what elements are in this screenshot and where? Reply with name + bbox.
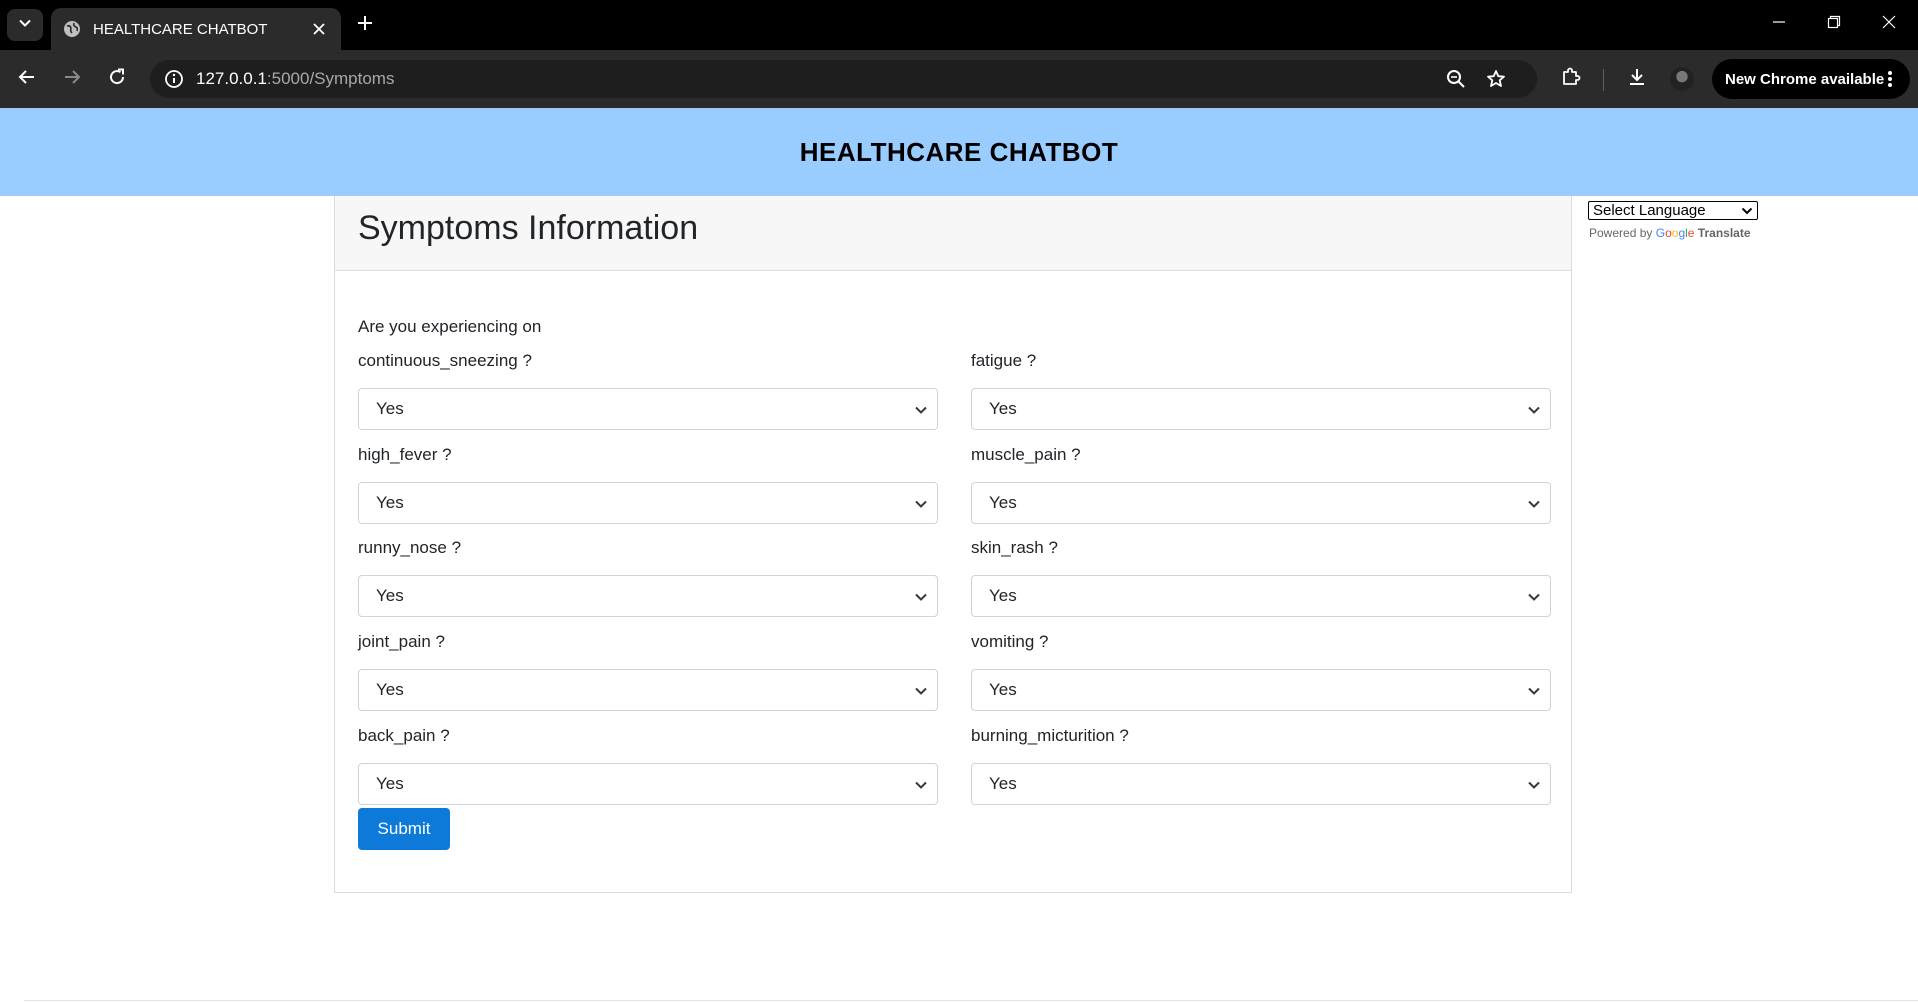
site-info-icon[interactable]: [162, 67, 186, 91]
site-title: HEALTHCARE CHATBOT: [799, 136, 1119, 167]
back-button[interactable]: [10, 62, 44, 96]
chrome-update-button[interactable]: New Chrome available: [1712, 59, 1910, 99]
downloads-button[interactable]: [1620, 62, 1654, 96]
chevron-down-icon: [1741, 205, 1753, 217]
select-value: Yes: [989, 680, 1017, 699]
minimize-icon: [1772, 15, 1786, 34]
chevron-down-icon: [1526, 777, 1542, 793]
field-label-runny-nose: runny_nose ?: [358, 538, 462, 557]
chevron-down-icon: [913, 589, 929, 605]
select-value: Yes: [376, 774, 404, 793]
more-menu-icon[interactable]: [1880, 69, 1900, 89]
chevron-down-icon: [913, 402, 929, 418]
language-select-value: Select Language: [1593, 202, 1706, 219]
field-label-joint-pain: joint_pain ?: [358, 632, 445, 651]
field-label-burning-micturition: burning_micturition ?: [971, 726, 1129, 745]
translate-attribution: Powered by Google Translate: [1589, 226, 1751, 240]
select-value: Yes: [989, 586, 1017, 605]
chevron-down-icon: [913, 683, 929, 699]
profile-avatar[interactable]: [1670, 67, 1694, 91]
toolbar-separator: [1603, 69, 1604, 91]
site-header: HEALTHCARE CHATBOT: [0, 108, 1918, 196]
google-letter: G: [1655, 226, 1666, 240]
puzzle-icon: [1560, 66, 1582, 93]
close-tab-icon[interactable]: [305, 15, 333, 43]
translate-word: Translate: [1697, 226, 1751, 240]
chevron-down-icon: [913, 777, 929, 793]
arrow-right-icon: [63, 68, 81, 91]
close-icon: [1882, 15, 1896, 34]
symptoms-card: Symptoms Information Are you experiencin…: [334, 196, 1572, 893]
forward-button[interactable]: [55, 62, 89, 96]
zoom-icon[interactable]: [1444, 67, 1468, 91]
address-bar[interactable]: 127.0.0.1:5000/Symptoms: [150, 60, 1537, 98]
tab-strip: HEALTHCARE CHATBOT: [0, 0, 1918, 50]
field-label-continuous-sneezing: continuous_sneezing ?: [358, 351, 532, 370]
browser-tab[interactable]: HEALTHCARE CHATBOT: [51, 8, 341, 50]
select-fatigue[interactable]: Yes: [971, 388, 1551, 430]
chevron-down-icon: [1526, 496, 1542, 512]
tab-search-button[interactable]: [7, 9, 43, 41]
globe-icon: [63, 20, 81, 38]
intro-text: Are you experiencing on: [358, 317, 542, 336]
field-label-skin-rash: skin_rash ?: [971, 538, 1058, 557]
reload-icon: [108, 68, 126, 91]
select-value: Yes: [989, 399, 1017, 418]
select-value: Yes: [376, 399, 404, 418]
bookmark-star-icon[interactable]: [1484, 67, 1508, 91]
chevron-down-icon: [1526, 402, 1542, 418]
arrow-left-icon: [18, 68, 36, 91]
download-icon: [1627, 67, 1647, 92]
update-label: New Chrome available: [1725, 70, 1885, 88]
select-back-pain[interactable]: Yes: [358, 763, 938, 805]
new-tab-button[interactable]: [350, 10, 380, 40]
select-burning-micturition[interactable]: Yes: [971, 763, 1551, 805]
select-value: Yes: [989, 493, 1017, 512]
select-joint-pain[interactable]: Yes: [358, 669, 938, 711]
card-title: Symptoms Information: [358, 209, 699, 247]
google-letter: o: [1665, 226, 1672, 240]
field-label-fatigue: fatigue ?: [971, 351, 1037, 370]
select-value: Yes: [376, 493, 404, 512]
powered-by-text: Powered by: [1589, 226, 1653, 240]
close-window-button[interactable]: [1866, 8, 1912, 40]
select-value: Yes: [376, 586, 404, 605]
select-continuous-sneezing[interactable]: Yes: [358, 388, 938, 430]
card-header: Symptoms Information: [335, 196, 1571, 271]
reload-button[interactable]: [100, 62, 134, 96]
select-value: Yes: [989, 774, 1017, 793]
field-label-back-pain: back_pain ?: [358, 726, 450, 745]
restore-button[interactable]: [1811, 8, 1857, 40]
google-logo[interactable]: Google: [1656, 226, 1695, 240]
tab-title: HEALTHCARE CHATBOT: [93, 20, 268, 38]
url-text[interactable]: 127.0.0.1:5000/Symptoms: [196, 69, 394, 89]
submit-button[interactable]: Submit: [358, 808, 450, 850]
chevron-down-icon: [1526, 589, 1542, 605]
language-select[interactable]: Select Language: [1588, 201, 1758, 220]
minimize-button[interactable]: [1756, 8, 1802, 40]
chevron-down-icon: [913, 496, 929, 512]
url-path: :5000/Symptoms: [266, 69, 395, 88]
select-muscle-pain[interactable]: Yes: [971, 482, 1551, 524]
page-divider: [24, 1000, 1918, 1001]
chevron-down-icon: [18, 16, 32, 35]
select-skin-rash[interactable]: Yes: [971, 575, 1551, 617]
chevron-down-icon: [1526, 683, 1542, 699]
restore-icon: [1827, 15, 1841, 34]
select-vomiting[interactable]: Yes: [971, 669, 1551, 711]
select-runny-nose[interactable]: Yes: [358, 575, 938, 617]
page-content: HEALTHCARE CHATBOT Symptoms Information …: [0, 108, 1918, 1003]
browser-toolbar: 127.0.0.1:5000/Symptoms New Chrome avail…: [0, 50, 1918, 108]
url-host: 127.0.0.1: [196, 69, 267, 88]
select-high-fever[interactable]: Yes: [358, 482, 938, 524]
extensions-button[interactable]: [1554, 62, 1588, 96]
select-value: Yes: [376, 680, 404, 699]
google-letter: e: [1687, 226, 1695, 240]
field-label-vomiting: vomiting ?: [971, 632, 1049, 651]
field-label-muscle-pain: muscle_pain ?: [971, 445, 1081, 464]
plus-icon: [357, 15, 373, 36]
field-label-high-fever: high_fever ?: [358, 445, 452, 464]
